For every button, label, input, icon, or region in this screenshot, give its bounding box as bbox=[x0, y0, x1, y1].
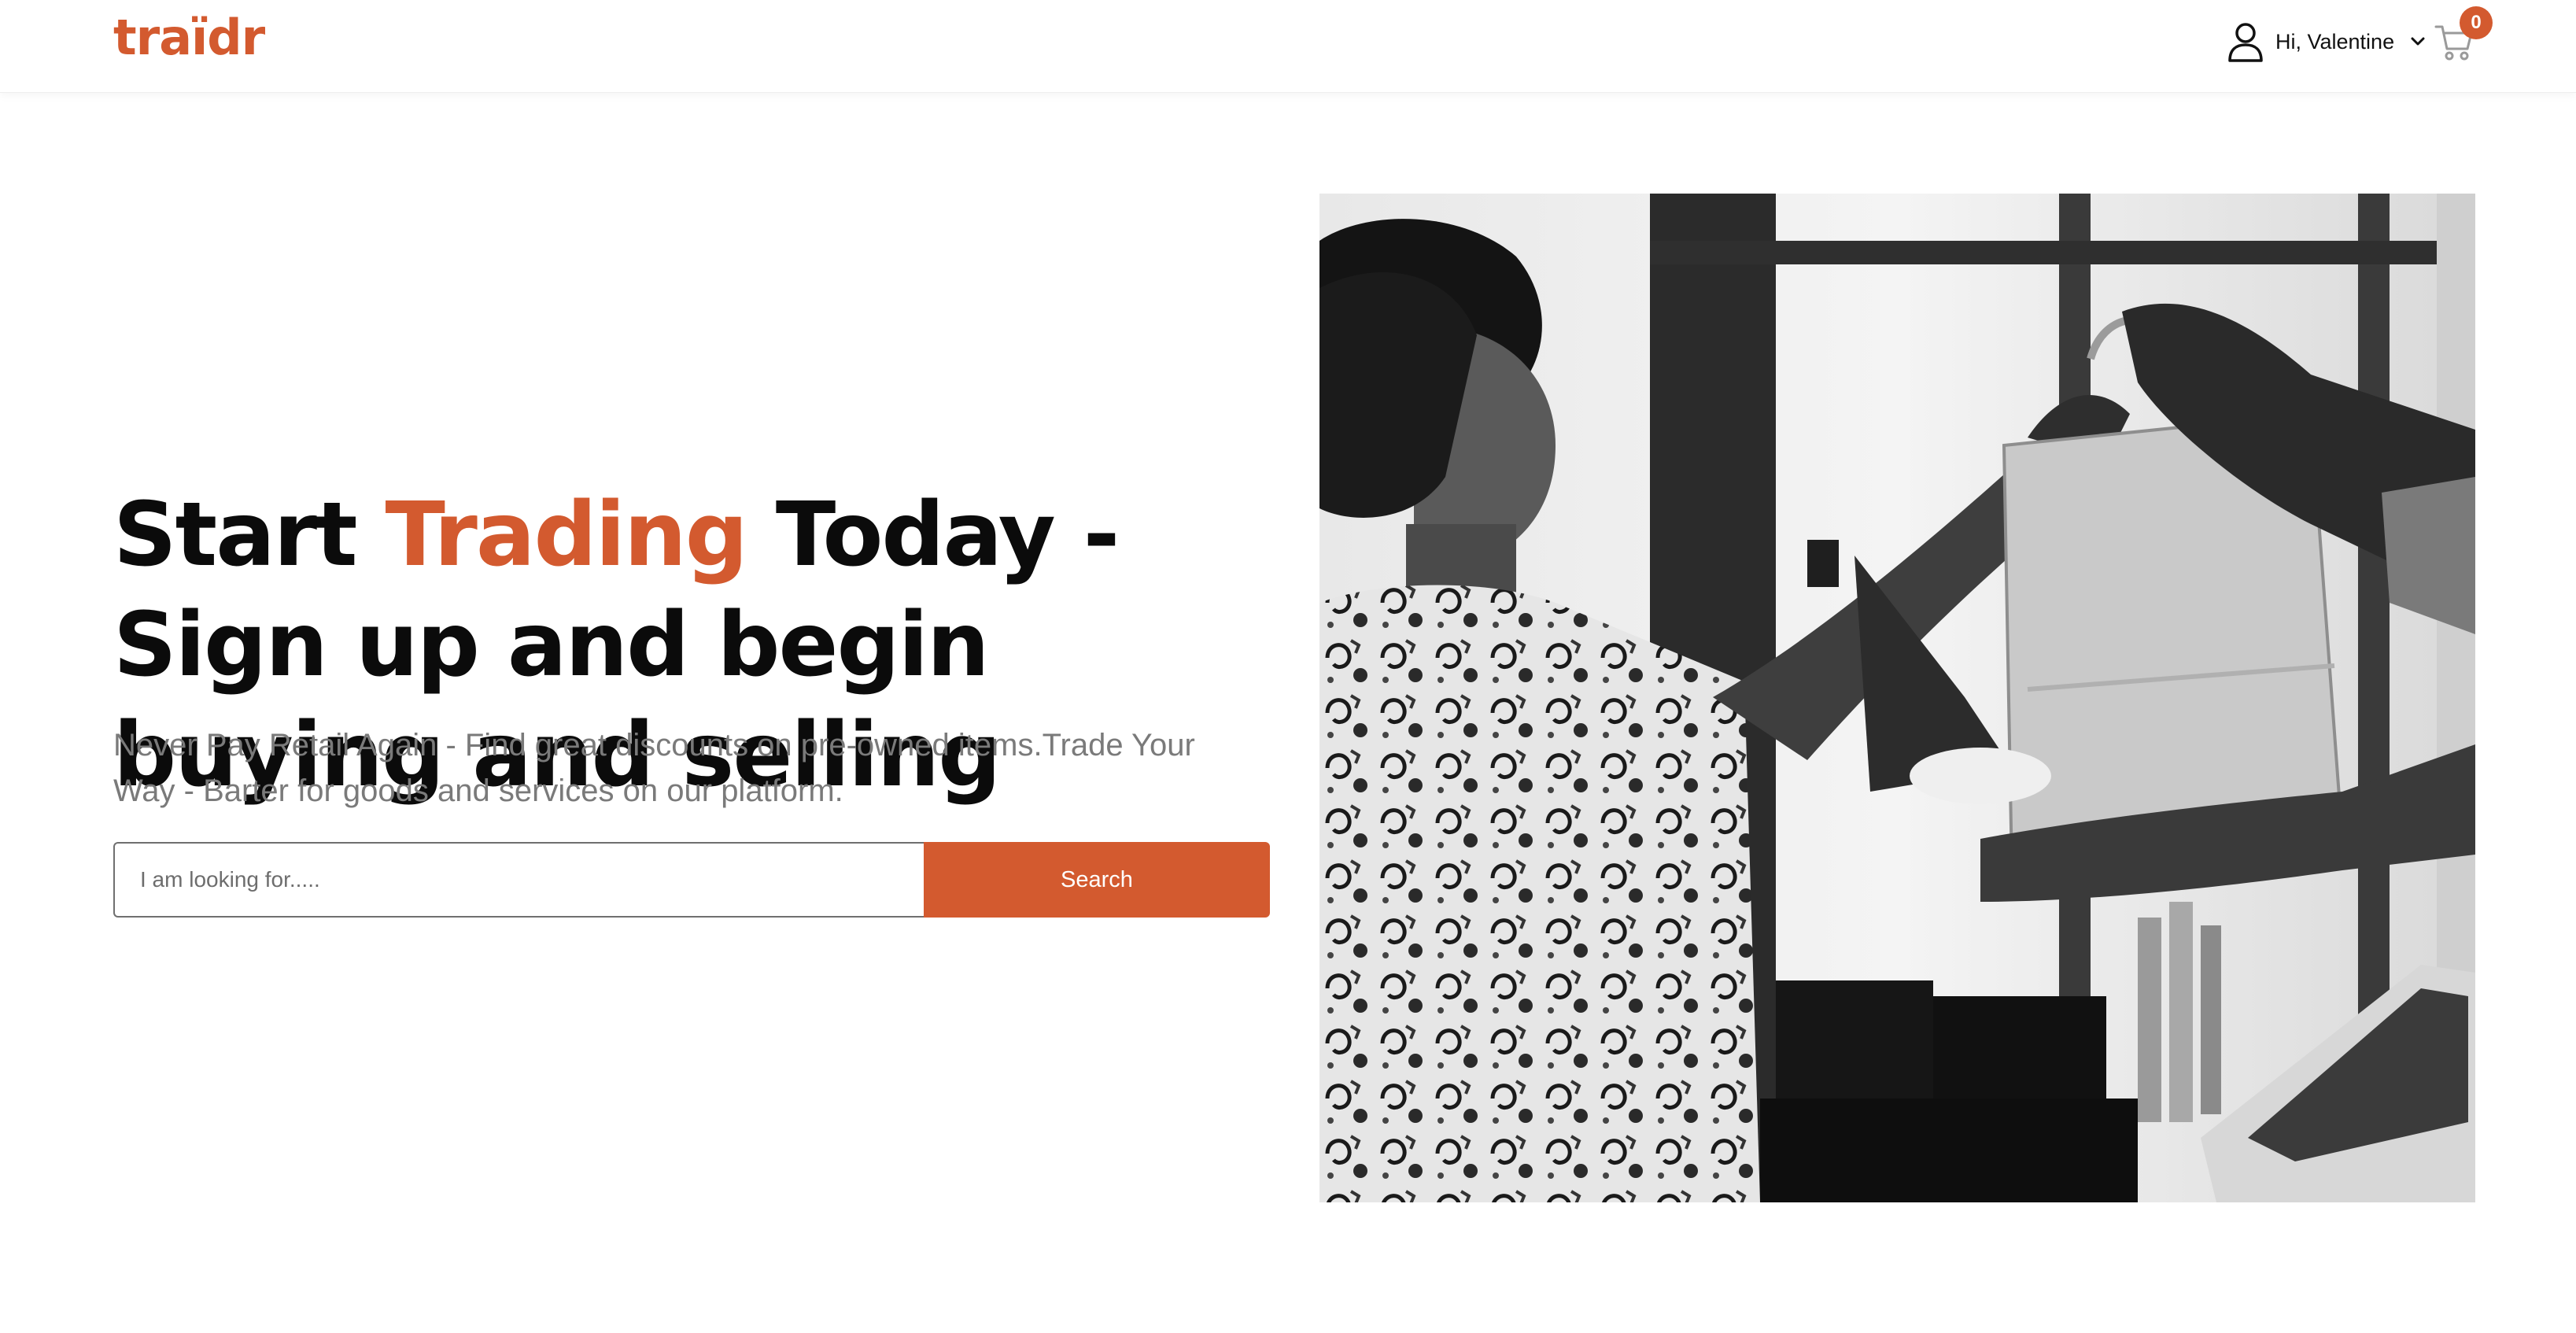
cart-count-badge: 0 bbox=[2460, 6, 2493, 39]
user-greeting: Hi, Valentine bbox=[2275, 29, 2395, 54]
search-button[interactable]: Search bbox=[924, 842, 1270, 918]
hero-subtitle: Never Pay Retail Again - Find great disc… bbox=[113, 728, 1195, 808]
site-header: traïdr Hi, Valentine 0 bbox=[0, 0, 2576, 93]
user-menu[interactable]: Hi, Valentine bbox=[2227, 22, 2426, 62]
search-form: Search bbox=[113, 842, 1270, 918]
cart-button[interactable]: 0 bbox=[2434, 6, 2493, 66]
user-icon bbox=[2228, 23, 2263, 62]
search-input[interactable] bbox=[113, 842, 924, 918]
hero-image bbox=[1319, 194, 2475, 1202]
hero-title-start: Start bbox=[113, 484, 386, 586]
hero-title-accent: Trading bbox=[385, 484, 748, 586]
chevron-down-icon[interactable] bbox=[2410, 36, 2426, 47]
logo[interactable]: traïdr bbox=[113, 6, 265, 69]
hero-photo-illustration bbox=[1319, 194, 2475, 1202]
